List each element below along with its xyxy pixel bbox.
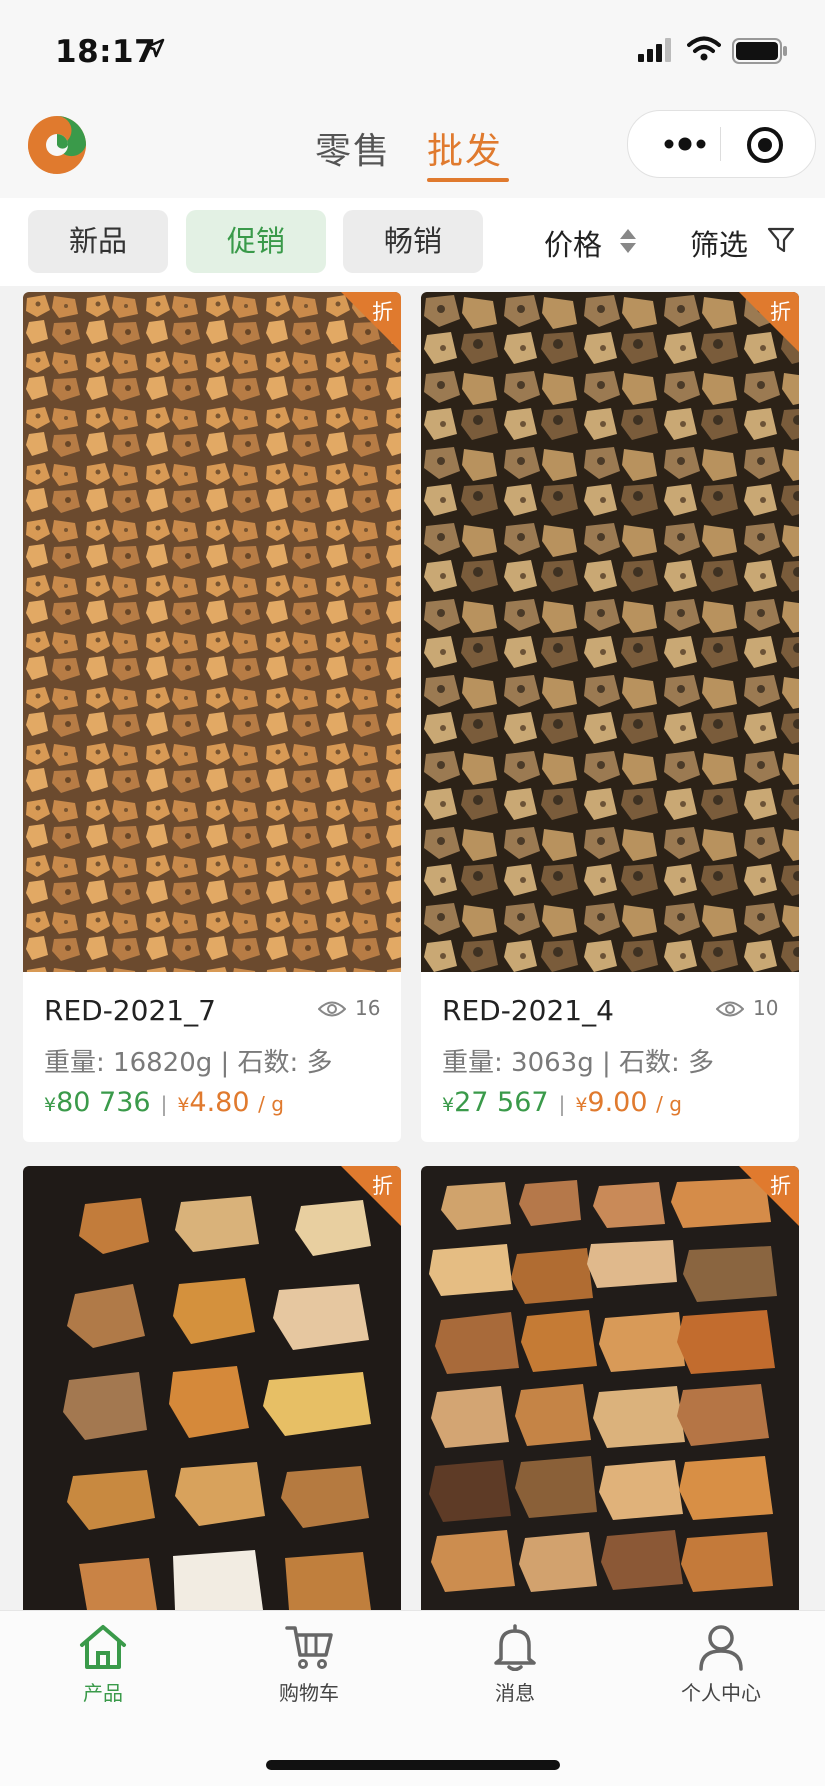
- product-card[interactable]: 折: [23, 1166, 401, 1610]
- unit-suffix: / g: [258, 1092, 284, 1116]
- home-icon: [80, 1625, 126, 1669]
- unit-price-value: 9.00: [587, 1087, 648, 1118]
- unit-price: ¥4.80 / g: [177, 1087, 284, 1118]
- nav-label-products: 产品: [83, 1681, 123, 1705]
- discount-badge-label: 折: [372, 1174, 393, 1198]
- chip-promo[interactable]: 促销: [186, 210, 326, 273]
- unit-price-value: 4.80: [189, 1087, 250, 1118]
- nav-label-profile: 个人中心: [681, 1681, 761, 1705]
- status-bar: 18:17: [0, 0, 825, 100]
- product-image-amber-stones[interactable]: [23, 1166, 401, 1610]
- product-image-amber-stones[interactable]: [421, 292, 799, 972]
- view-count: 10: [753, 996, 779, 1020]
- tab-retail[interactable]: 零售: [315, 122, 391, 174]
- product-name[interactable]: RED-2021_4: [442, 994, 614, 1027]
- active-tab-indicator: [427, 178, 509, 182]
- product-name[interactable]: RED-2021_7: [44, 994, 216, 1027]
- currency-symbol: ¥: [177, 1094, 190, 1116]
- nav-label-cart: 购物车: [279, 1681, 339, 1705]
- total-price: ¥80 736: [44, 1087, 151, 1118]
- top-header: 零售 批发: [0, 100, 825, 198]
- unit-suffix: / g: [656, 1092, 682, 1116]
- tab-wholesale[interactable]: 批发: [427, 122, 503, 174]
- wifi-icon: [687, 36, 721, 61]
- product-image-amber-stones[interactable]: [23, 292, 401, 972]
- filter-bar: 新品 促销 畅销 价格 筛选: [0, 198, 825, 286]
- brand-logo: [28, 116, 86, 174]
- cellular-signal-icon: [638, 38, 671, 62]
- bell-icon: [494, 1624, 536, 1671]
- user-icon: [699, 1625, 743, 1671]
- product-meta: 重量: 3063g | 石数: 多: [442, 1048, 715, 1078]
- product-card[interactable]: 折: [421, 1166, 799, 1610]
- eye-icon: [318, 1001, 346, 1017]
- more-icon[interactable]: [655, 133, 715, 155]
- total-price-value: 80 736: [56, 1087, 151, 1118]
- total-price-value: 27 567: [454, 1087, 549, 1118]
- home-indicator[interactable]: [266, 1760, 560, 1770]
- nav-label-messages: 消息: [495, 1681, 535, 1705]
- unit-price: ¥9.00 / g: [575, 1087, 682, 1118]
- close-target-icon[interactable]: [745, 125, 785, 165]
- currency-symbol: ¥: [442, 1094, 455, 1116]
- status-time: 18:17: [55, 34, 157, 70]
- product-card[interactable]: 折 RED-2021_7 16 重量: 16820g | 石数: 多 ¥80 7…: [23, 292, 401, 1142]
- price-separator: |: [558, 1092, 566, 1116]
- price-row: ¥80 736 | ¥4.80 / g: [44, 1087, 284, 1118]
- currency-symbol: ¥: [44, 1094, 57, 1116]
- chip-new[interactable]: 新品: [28, 210, 168, 273]
- sort-price-label[interactable]: 价格: [544, 222, 602, 264]
- view-count: 16: [355, 996, 381, 1020]
- nav-item-products[interactable]: 产品: [33, 1623, 173, 1706]
- filter-label[interactable]: 筛选: [690, 222, 748, 264]
- filter-funnel-icon[interactable]: [767, 226, 795, 254]
- location-arrow-icon: [145, 38, 165, 58]
- currency-symbol: ¥: [575, 1094, 588, 1116]
- discount-badge-label: 折: [372, 300, 393, 324]
- product-meta: 重量: 16820g | 石数: 多: [44, 1048, 333, 1078]
- nav-item-profile[interactable]: 个人中心: [651, 1623, 791, 1706]
- nav-item-messages[interactable]: 消息: [445, 1623, 585, 1706]
- product-card[interactable]: 折 RED-2021_4 10 重量: 3063g | 石数: 多 ¥27 56…: [421, 292, 799, 1142]
- product-image-amber-stones[interactable]: [421, 1166, 799, 1610]
- price-row: ¥27 567 | ¥9.00 / g: [442, 1087, 682, 1118]
- discount-badge-label: 折: [770, 1174, 791, 1198]
- discount-badge-label: 折: [770, 300, 791, 324]
- cart-icon: [285, 1626, 333, 1669]
- total-price: ¥27 567: [442, 1087, 549, 1118]
- eye-icon: [716, 1001, 744, 1017]
- mini-program-capsule: [627, 110, 816, 178]
- capsule-divider: [720, 127, 721, 161]
- sort-arrows-icon[interactable]: [619, 228, 637, 254]
- chip-hot[interactable]: 畅销: [343, 210, 483, 273]
- bottom-tab-bar: 产品 购物车 消息 个人中心: [0, 1610, 825, 1786]
- price-separator: |: [160, 1092, 168, 1116]
- nav-item-cart[interactable]: 购物车: [239, 1623, 379, 1706]
- battery-icon: [732, 38, 787, 64]
